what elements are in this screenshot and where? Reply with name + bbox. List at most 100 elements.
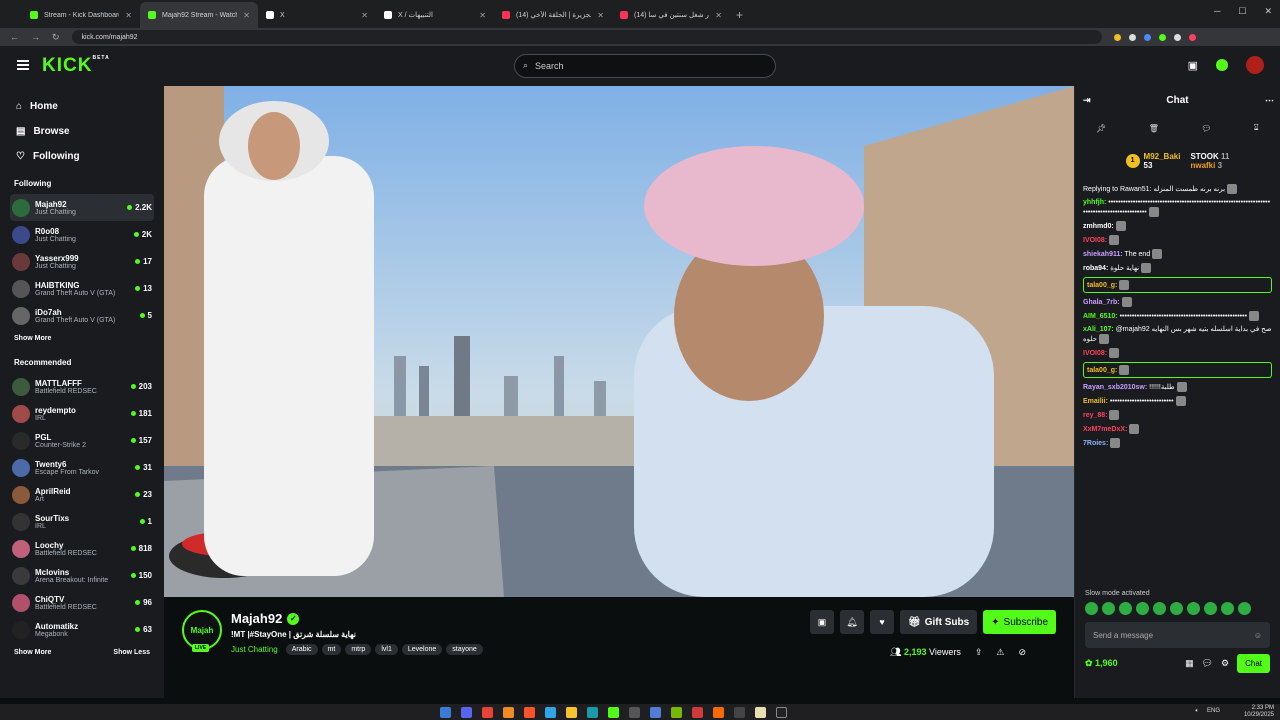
chat-username[interactable]: Rayan_sxb2010sw: (1083, 384, 1147, 391)
streamer-name[interactable]: Majah92 (231, 611, 282, 626)
app-icon[interactable] (587, 707, 598, 718)
browser-tab[interactable]: نهاية الجزيرة | الحلقة الأخي (14) ✕ (494, 2, 612, 28)
tab-close-icon[interactable]: ✕ (479, 11, 486, 20)
app-icon[interactable] (650, 707, 661, 718)
emote-icon[interactable] (1204, 602, 1217, 615)
show-less-button[interactable]: Show Less (113, 649, 150, 656)
chat-message[interactable]: AIM_6510: ••••••••••••••••••••••••••••••… (1083, 311, 1272, 321)
close-window-icon[interactable]: ✕ (1264, 6, 1272, 17)
chat-options-icon[interactable]: ⋯ (1265, 95, 1274, 106)
chat-message[interactable]: tala00_g: (1083, 277, 1272, 293)
stream-tag[interactable]: mtrp (345, 644, 372, 655)
chat-username[interactable]: Emailii: (1083, 398, 1108, 405)
volume-icon[interactable]: 🔈︎ (1195, 708, 1199, 715)
trash-icon[interactable]: 🗑︎ (1149, 124, 1159, 133)
report-icon[interactable]: ⚠ (996, 647, 1004, 658)
reload-icon[interactable]: ↻ (52, 32, 60, 43)
sidebar-channel[interactable]: Majah92 Just Chatting 2.2K (10, 194, 154, 221)
chat-message[interactable]: tala00_g: (1083, 362, 1272, 378)
emote-icon[interactable] (1170, 602, 1183, 615)
app-icon[interactable] (503, 707, 514, 718)
app-icon[interactable] (713, 707, 724, 718)
sidebar-channel[interactable]: Automatikz Megabonk 63 (10, 616, 154, 643)
app-icon[interactable] (755, 707, 766, 718)
app-icon[interactable] (629, 707, 640, 718)
brave-icon[interactable] (524, 707, 535, 718)
chat-username[interactable]: IVOI08: (1083, 350, 1107, 357)
windows-start-icon[interactable] (440, 707, 451, 718)
chat-username[interactable]: roba94: (1083, 265, 1108, 272)
kick-app-icon[interactable] (608, 707, 619, 718)
user-avatar[interactable] (1246, 56, 1264, 74)
discord-icon[interactable] (461, 707, 472, 718)
emote-icon[interactable] (1085, 602, 1098, 615)
clock[interactable]: 2:33 PM 10/29/2025 (1244, 705, 1274, 719)
emoji-icon[interactable]: ☺ (1254, 631, 1262, 640)
sidebar-channel[interactable]: R0o08 Just Chatting 2K (10, 221, 154, 248)
emote-icon[interactable] (1119, 602, 1132, 615)
chat-input[interactable]: Send a message ☺ (1085, 622, 1270, 648)
stream-tag[interactable]: Levelone (401, 644, 443, 655)
subscribe-button[interactable]: ✦ Subscribe (983, 610, 1057, 634)
hourglass-icon[interactable]: ⌛︎ (1254, 123, 1259, 133)
extension-icon[interactable] (1128, 33, 1136, 41)
sidebar-channel[interactable]: ChiQTV Battlefield REDSEC 96 (10, 589, 154, 616)
chat-message[interactable]: XxM7meDxX: (1083, 424, 1272, 434)
chat-username[interactable]: Ghala_7rb: (1083, 299, 1120, 306)
edge-icon[interactable] (545, 707, 556, 718)
chat-message[interactable]: Emailii: •••••••••••••••••••••••••• (1083, 396, 1272, 406)
chat-username[interactable]: zmhmd0: (1083, 223, 1114, 230)
emote-icon[interactable] (1238, 602, 1251, 615)
nav-browse[interactable]: ▤ Browse (10, 119, 154, 144)
sidebar-channel[interactable]: MATTLAFFF Battlefield REDSEC 203 (10, 373, 154, 400)
chat-message[interactable]: rey_88: (1083, 410, 1272, 420)
chat-username[interactable]: 7Roies: (1083, 440, 1108, 447)
tab-close-icon[interactable]: ✕ (125, 11, 132, 20)
send-chat-button[interactable]: Chat (1237, 654, 1270, 673)
hide-chat-icon[interactable]: ⊘ (1018, 647, 1026, 658)
chat-username[interactable]: rey_88: (1083, 412, 1108, 419)
chat-username[interactable]: IVOI08: (1083, 237, 1107, 244)
search-input[interactable]: ⌕ Search (514, 54, 776, 78)
browser-tab[interactable]: اختصار شغل سنتين في سا (14) ✕ (612, 2, 730, 28)
obs-icon[interactable] (776, 707, 787, 718)
tab-close-icon[interactable]: ✕ (361, 11, 368, 20)
settings-icon[interactable]: ⚙ (1221, 658, 1229, 669)
extension-icon[interactable] (1113, 33, 1121, 41)
pin-icon[interactable]: 📌︎ (1096, 124, 1106, 133)
chat-username[interactable]: shiekah911: (1083, 251, 1123, 258)
sidebar-channel[interactable]: iDo7ah Grand Theft Auto V (GTA) 5 (10, 302, 154, 329)
chat-message[interactable]: roba94: نهاية حلوة (1083, 263, 1272, 273)
extension-icon[interactable] (1143, 33, 1151, 41)
chat-username[interactable]: XxM7meDxX: (1083, 426, 1127, 433)
sidebar-channel[interactable]: AprilReid Art 23 (10, 481, 154, 508)
stream-tag[interactable]: mt (321, 644, 342, 655)
stream-tag[interactable]: lvl1 (375, 644, 398, 655)
calendar-icon[interactable]: ▦ (1185, 658, 1194, 669)
kick-logo[interactable]: KICKBETA (42, 55, 110, 77)
emote-icon[interactable] (1221, 602, 1234, 615)
chat-username[interactable]: xAli_107: (1083, 326, 1114, 333)
chat-username[interactable]: AIM_6510: (1083, 313, 1118, 320)
browser-tab[interactable]: X / التنبيهات ✕ (376, 2, 494, 28)
tab-close-icon[interactable]: ✕ (597, 11, 604, 20)
chat-message[interactable]: yhhfjh: ••••••••••••••••••••••••••••••••… (1083, 198, 1272, 217)
stream-tag[interactable]: stayone (446, 644, 483, 655)
chat-username[interactable]: yhhfjh: (1083, 199, 1106, 206)
menu-icon[interactable] (17, 60, 29, 70)
extension-icon[interactable] (1173, 33, 1181, 41)
tab-close-icon[interactable]: ✕ (243, 11, 250, 20)
forward-icon[interactable]: → (31, 32, 40, 42)
emote-icon[interactable] (1136, 602, 1149, 615)
tab-close-icon[interactable]: ✕ (715, 11, 722, 20)
video-player[interactable] (164, 86, 1074, 597)
creator-dashboard-icon[interactable]: ▣ (1188, 59, 1198, 72)
chat-message[interactable]: IVOI08: (1083, 348, 1272, 358)
chat-message[interactable]: Replying to Rawan51: برنه برنه طمست المن… (1083, 184, 1272, 194)
show-more-following[interactable]: Show More (10, 329, 154, 348)
file-explorer-icon[interactable] (566, 707, 577, 718)
nav-following[interactable]: ♡ Following (10, 144, 154, 169)
chat-username[interactable]: tala00_g: (1087, 367, 1117, 374)
emote-icon[interactable] (1153, 602, 1166, 615)
chrome-icon[interactable] (482, 707, 493, 718)
